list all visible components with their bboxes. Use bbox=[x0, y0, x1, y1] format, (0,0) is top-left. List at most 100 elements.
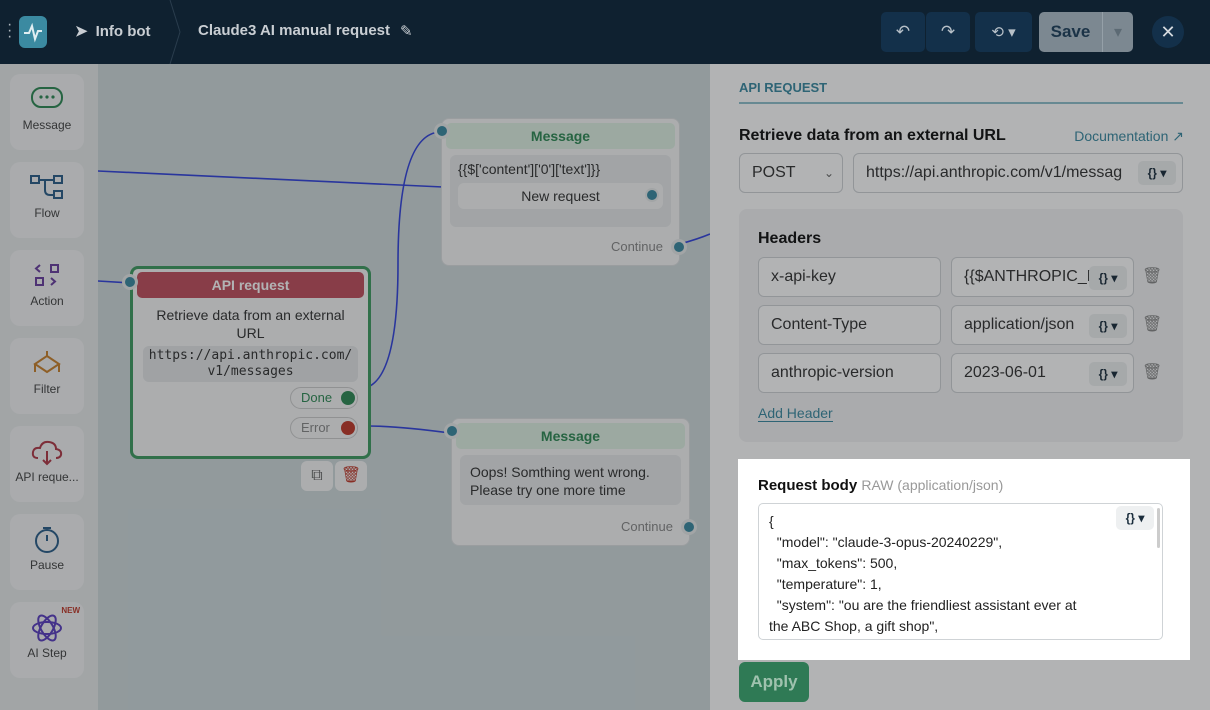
node-description: Retrieve data from an external URL bbox=[156, 307, 345, 341]
api-request-node[interactable]: API request Retrieve data from an extern… bbox=[122, 266, 371, 459]
header-value-input[interactable]: 2023-06-01 {} ▾ bbox=[951, 353, 1134, 393]
action-icon bbox=[34, 264, 59, 286]
flow-icon bbox=[30, 175, 63, 199]
url-value: https://api.anthropic.com/v1/messag bbox=[866, 164, 1123, 181]
node-palette: Message Flow Action Filter API reque... … bbox=[0, 64, 98, 710]
header-key: Content-Type bbox=[771, 316, 868, 333]
edit-pencil-icon[interactable]: ✎ bbox=[400, 22, 413, 40]
filter-icon bbox=[33, 351, 61, 374]
header-value: 2023-06-01 bbox=[964, 364, 1046, 381]
continue-port[interactable] bbox=[681, 519, 697, 535]
save-button-group: Save ▾ bbox=[1039, 12, 1133, 52]
node-title: Message bbox=[456, 423, 685, 449]
headers-section: Headers x-api-key {{$ANTHROPIC_K{} ▾ 🗑 C… bbox=[739, 209, 1183, 442]
button-label: New request bbox=[521, 188, 600, 204]
apply-button[interactable]: Apply bbox=[739, 662, 809, 702]
header-value: {{$ANTHROPIC_K bbox=[964, 268, 1098, 285]
button-port[interactable] bbox=[645, 188, 659, 202]
method-value: POST bbox=[752, 164, 796, 181]
node-url: https://api.anthropic.com/v1/messages bbox=[143, 346, 358, 382]
breadcrumb-separator bbox=[169, 0, 181, 64]
ai-atom-icon bbox=[32, 614, 62, 642]
error-port[interactable] bbox=[341, 421, 355, 435]
save-dropdown-button[interactable]: ▾ bbox=[1102, 12, 1133, 52]
new-badge: NEW bbox=[61, 606, 80, 615]
external-link-icon: ↗ bbox=[1172, 128, 1184, 144]
method-select[interactable]: POST ⌄ bbox=[739, 153, 843, 193]
history-icon: ⟲ bbox=[991, 24, 1004, 41]
message-text: Oops! Somthing went wrong. Please try on… bbox=[460, 455, 681, 505]
continue-port[interactable] bbox=[671, 239, 687, 255]
duplicate-node-button[interactable]: ⧉ bbox=[301, 461, 333, 491]
done-port[interactable] bbox=[341, 391, 355, 405]
url-input[interactable]: https://api.anthropic.com/v1/messag {} ▾ bbox=[853, 153, 1183, 193]
header-key-input[interactable]: x-api-key bbox=[758, 257, 941, 297]
palette-item-api-request[interactable]: API reque... bbox=[10, 426, 84, 502]
done-label: Done bbox=[301, 390, 333, 405]
save-button[interactable]: Save bbox=[1039, 12, 1102, 52]
delete-header-icon[interactable]: 🗑 bbox=[1142, 266, 1162, 286]
delete-header-icon[interactable]: 🗑 bbox=[1142, 314, 1162, 334]
new-request-button[interactable]: New request bbox=[458, 183, 663, 209]
scrollbar[interactable] bbox=[1157, 508, 1160, 548]
error-label: Error bbox=[301, 420, 330, 435]
palette-item-ai-step[interactable]: NEW AI Step bbox=[10, 602, 84, 678]
palette-item-flow[interactable]: Flow bbox=[10, 162, 84, 238]
telegram-icon: ➤ bbox=[75, 23, 88, 40]
flow-title: Claude3 AI manual request bbox=[198, 22, 390, 39]
add-header-link[interactable]: Add Header bbox=[758, 405, 833, 422]
message-node-1[interactable]: Message {{$['content']['0']['text']}} Ne… bbox=[434, 118, 687, 266]
node-title: API request bbox=[137, 272, 364, 298]
app-logo[interactable] bbox=[19, 16, 47, 48]
delete-node-button[interactable]: 🗑 bbox=[335, 461, 367, 491]
palette-item-filter[interactable]: Filter bbox=[10, 338, 84, 414]
header-key-input[interactable]: anthropic-version bbox=[758, 353, 941, 393]
doc-link-label: Documentation bbox=[1074, 128, 1169, 144]
headers-title: Headers bbox=[758, 230, 822, 247]
timer-icon bbox=[35, 527, 59, 553]
cloud-api-icon bbox=[31, 440, 63, 466]
section-divider bbox=[739, 102, 1183, 104]
variable-picker[interactable]: {} ▾ bbox=[1138, 161, 1176, 185]
done-output[interactable]: Done bbox=[290, 387, 358, 409]
delete-header-icon[interactable]: 🗑 bbox=[1142, 362, 1162, 382]
variable-picker[interactable]: {} ▾ bbox=[1116, 506, 1154, 530]
bot-breadcrumb[interactable]: ➤ Info bot bbox=[75, 22, 151, 41]
request-body-section: Request body RAW (application/json) { "m… bbox=[738, 459, 1190, 660]
flow-canvas[interactable]: Message {{$['content']['0']['text']}} Ne… bbox=[98, 64, 710, 710]
variable-picker[interactable]: {} ▾ bbox=[1089, 266, 1127, 290]
header-value-input[interactable]: {{$ANTHROPIC_K{} ▾ bbox=[951, 257, 1134, 297]
input-port[interactable] bbox=[434, 123, 450, 139]
palette-item-message[interactable]: Message bbox=[10, 74, 84, 150]
input-port[interactable] bbox=[122, 274, 138, 290]
request-body-text: { "model": "claude-3-opus-20240229", "ma… bbox=[769, 513, 1077, 634]
panel-heading: Retrieve data from an external URL bbox=[739, 127, 1006, 144]
undo-button[interactable]: ↶ bbox=[881, 12, 925, 52]
request-body-textarea[interactable]: { "model": "claude-3-opus-20240229", "ma… bbox=[758, 503, 1163, 640]
message-text: {{$['content']['0']['text']}} bbox=[458, 161, 601, 177]
redo-button[interactable]: ↷ bbox=[926, 12, 970, 52]
header-value-input[interactable]: application/json {} ▾ bbox=[951, 305, 1134, 345]
variable-picker[interactable]: {} ▾ bbox=[1089, 314, 1127, 338]
menu-dots-icon[interactable]: · · · bbox=[7, 17, 12, 45]
header-key: x-api-key bbox=[771, 268, 836, 285]
top-bar: · · · ➤ Info bot Claude3 AI manual request ✎… bbox=[0, 0, 1210, 64]
palette-item-pause[interactable]: Pause bbox=[10, 514, 84, 590]
request-body-type: RAW (application/json) bbox=[861, 477, 1004, 493]
header-key-input[interactable]: Content-Type bbox=[758, 305, 941, 345]
variable-picker[interactable]: {} ▾ bbox=[1089, 362, 1127, 386]
chevron-down-icon: ⌄ bbox=[823, 166, 834, 180]
input-port[interactable] bbox=[444, 423, 460, 439]
error-output[interactable]: Error bbox=[290, 417, 358, 439]
close-button[interactable]: ✕ bbox=[1152, 16, 1184, 48]
continue-label: Continue bbox=[620, 519, 673, 534]
history-button[interactable]: ⟲ ▾ bbox=[975, 12, 1032, 52]
header-key: anthropic-version bbox=[771, 364, 894, 381]
documentation-link[interactable]: Documentation ↗ bbox=[1074, 128, 1184, 145]
request-body-title: Request body bbox=[758, 477, 858, 494]
message-icon bbox=[31, 87, 63, 108]
node-title: Message bbox=[446, 123, 675, 149]
palette-item-action[interactable]: Action bbox=[10, 250, 84, 326]
message-node-2[interactable]: Message Oops! Somthing went wrong. Pleas… bbox=[444, 418, 697, 546]
continue-label: Continue bbox=[610, 239, 663, 254]
